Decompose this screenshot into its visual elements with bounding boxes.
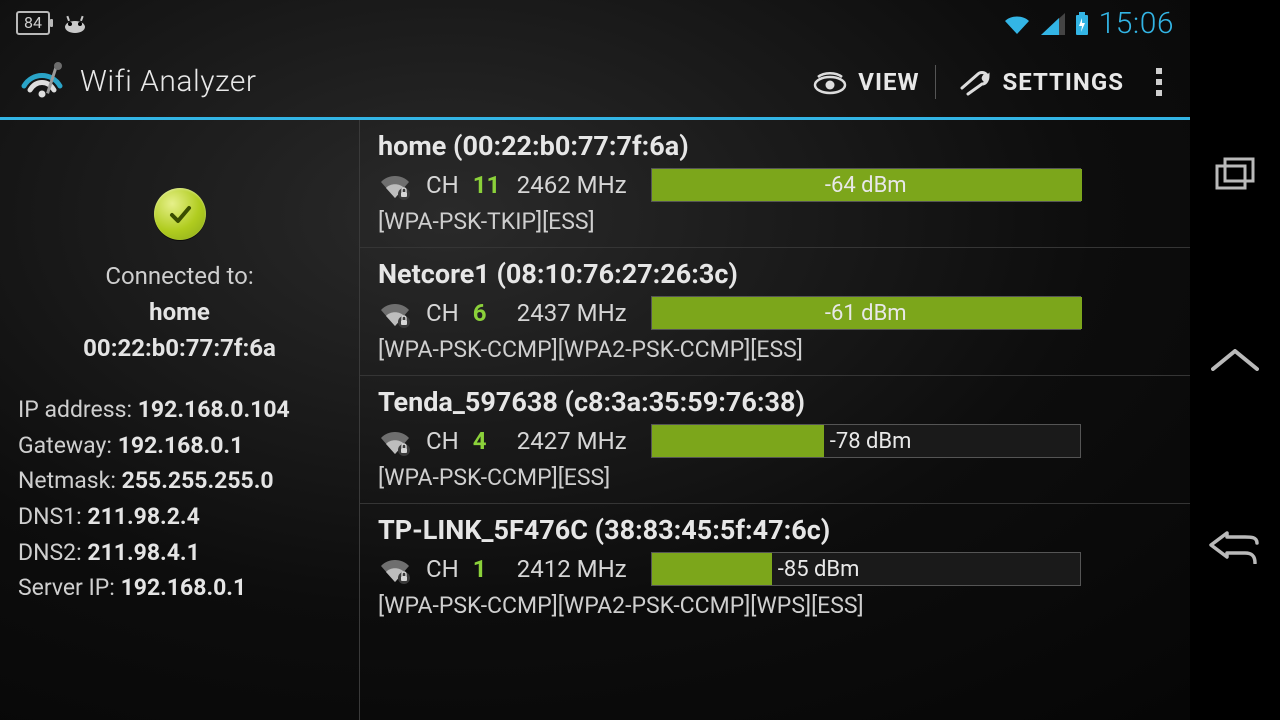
frequency-value: 2427 MHz: [517, 427, 637, 455]
connection-panel: Connected to: home 00:22:b0:77:7f:6a IP …: [0, 120, 360, 720]
view-label: VIEW: [858, 68, 919, 96]
wifi-lock-icon: [378, 296, 412, 330]
overflow-menu-button[interactable]: [1146, 65, 1172, 99]
channel-label: CH: [426, 427, 459, 455]
wifi-lock-icon: [378, 552, 412, 586]
status-bar: 84 15:06: [0, 0, 1190, 46]
signal-dbm: -61 dBm: [652, 297, 1080, 329]
signal-bar: -64 dBm: [651, 168, 1081, 202]
gateway-value: 192.168.0.1: [118, 432, 244, 459]
signal-dbm: -78 dBm: [652, 425, 1080, 457]
signal-dbm: -64 dBm: [652, 169, 1080, 201]
network-title: TP-LINK_5F476C (38:83:45:5f:47:6c): [378, 514, 1172, 546]
network-security: [WPA-PSK-CCMP][WPA2-PSK-CCMP][WPS][ESS]: [378, 592, 1172, 619]
channel-label: CH: [426, 299, 459, 327]
channel-value: 4: [473, 427, 503, 455]
network-title: Netcore1 (08:10:76:27:26:3c): [378, 258, 1172, 290]
eye-icon: [812, 68, 848, 96]
network-security: [WPA-PSK-CCMP][ESS]: [378, 464, 1172, 491]
battery-status-icon: [1075, 10, 1089, 35]
ip-label: IP address:: [18, 396, 132, 423]
connected-ssid: home: [18, 294, 341, 330]
app-bar: Wifi Analyzer VIEW SETTINGS: [0, 46, 1190, 120]
home-button[interactable]: [1209, 345, 1261, 377]
app-logo-icon: [18, 58, 66, 106]
cell-signal-icon: [1041, 11, 1065, 36]
signal-bar: -78 dBm: [651, 424, 1081, 458]
app-title: Wifi Analyzer: [80, 64, 256, 99]
signal-dbm: -85 dBm: [652, 553, 1080, 585]
network-title: home (00:22:b0:77:7f:6a): [378, 130, 1172, 162]
action-separator: [935, 65, 936, 99]
system-navbar: [1190, 0, 1280, 720]
network-security: [WPA-PSK-TKIP][ESS]: [378, 208, 1172, 235]
network-title: Tenda_597638 (c8:3a:35:59:76:38): [378, 386, 1172, 418]
serverip-value: 192.168.0.1: [121, 574, 247, 601]
wrench-icon: [958, 67, 992, 96]
wifi-status-icon: [1003, 11, 1031, 36]
gateway-label: Gateway:: [18, 432, 112, 459]
dns1-label: DNS1:: [18, 503, 82, 530]
netmask-value: 255.255.255.0: [122, 467, 274, 494]
connected-check-icon: [154, 188, 206, 240]
signal-bar: -85 dBm: [651, 552, 1081, 586]
network-item[interactable]: TP-LINK_5F476C (38:83:45:5f:47:6c) CH 1 241…: [360, 504, 1190, 631]
network-security: [WPA-PSK-CCMP][WPA2-PSK-CCMP][ESS]: [378, 336, 1172, 363]
frequency-value: 2412 MHz: [517, 555, 637, 583]
android-debug-icon: [60, 11, 90, 36]
recent-apps-button[interactable]: [1213, 156, 1257, 192]
signal-bar: -61 dBm: [651, 296, 1081, 330]
view-button[interactable]: VIEW: [812, 65, 936, 99]
network-item[interactable]: home (00:22:b0:77:7f:6a) CH 11 2462 MHz -64 …: [360, 120, 1190, 248]
wifi-lock-icon: [378, 424, 412, 458]
settings-button[interactable]: SETTINGS: [958, 67, 1124, 96]
connection-details: IP address: 192.168.0.104 Gateway: 192.1…: [18, 392, 341, 606]
wifi-lock-icon: [378, 168, 412, 202]
connected-to-label: Connected to:: [18, 258, 341, 294]
frequency-value: 2462 MHz: [517, 171, 637, 199]
network-item[interactable]: Netcore1 (08:10:76:27:26:3c) CH 6 2437 MHz-…: [360, 248, 1190, 376]
status-clock: 15:06: [1099, 6, 1174, 41]
channel-value: 11: [473, 171, 503, 199]
connected-bssid: 00:22:b0:77:7f:6a: [18, 330, 341, 366]
channel-value: 1: [473, 555, 503, 583]
battery-indicator: 84: [16, 11, 50, 35]
channel-label: CH: [426, 555, 459, 583]
frequency-value: 2437 MHz: [517, 299, 637, 327]
settings-label: SETTINGS: [1002, 68, 1124, 96]
channel-value: 6: [473, 299, 503, 327]
dns2-label: DNS2:: [18, 539, 82, 566]
dns1-value: 211.98.2.4: [87, 503, 199, 530]
back-button[interactable]: [1209, 530, 1261, 564]
network-item[interactable]: Tenda_597638 (c8:3a:35:59:76:38) CH 4 2427 …: [360, 376, 1190, 504]
netmask-label: Netmask:: [18, 467, 116, 494]
network-list[interactable]: home (00:22:b0:77:7f:6a) CH 11 2462 MHz -64 …: [360, 120, 1190, 720]
ip-value: 192.168.0.104: [138, 396, 290, 423]
serverip-label: Server IP:: [18, 574, 115, 601]
dns2-value: 211.98.4.1: [87, 539, 199, 566]
channel-label: CH: [426, 171, 459, 199]
